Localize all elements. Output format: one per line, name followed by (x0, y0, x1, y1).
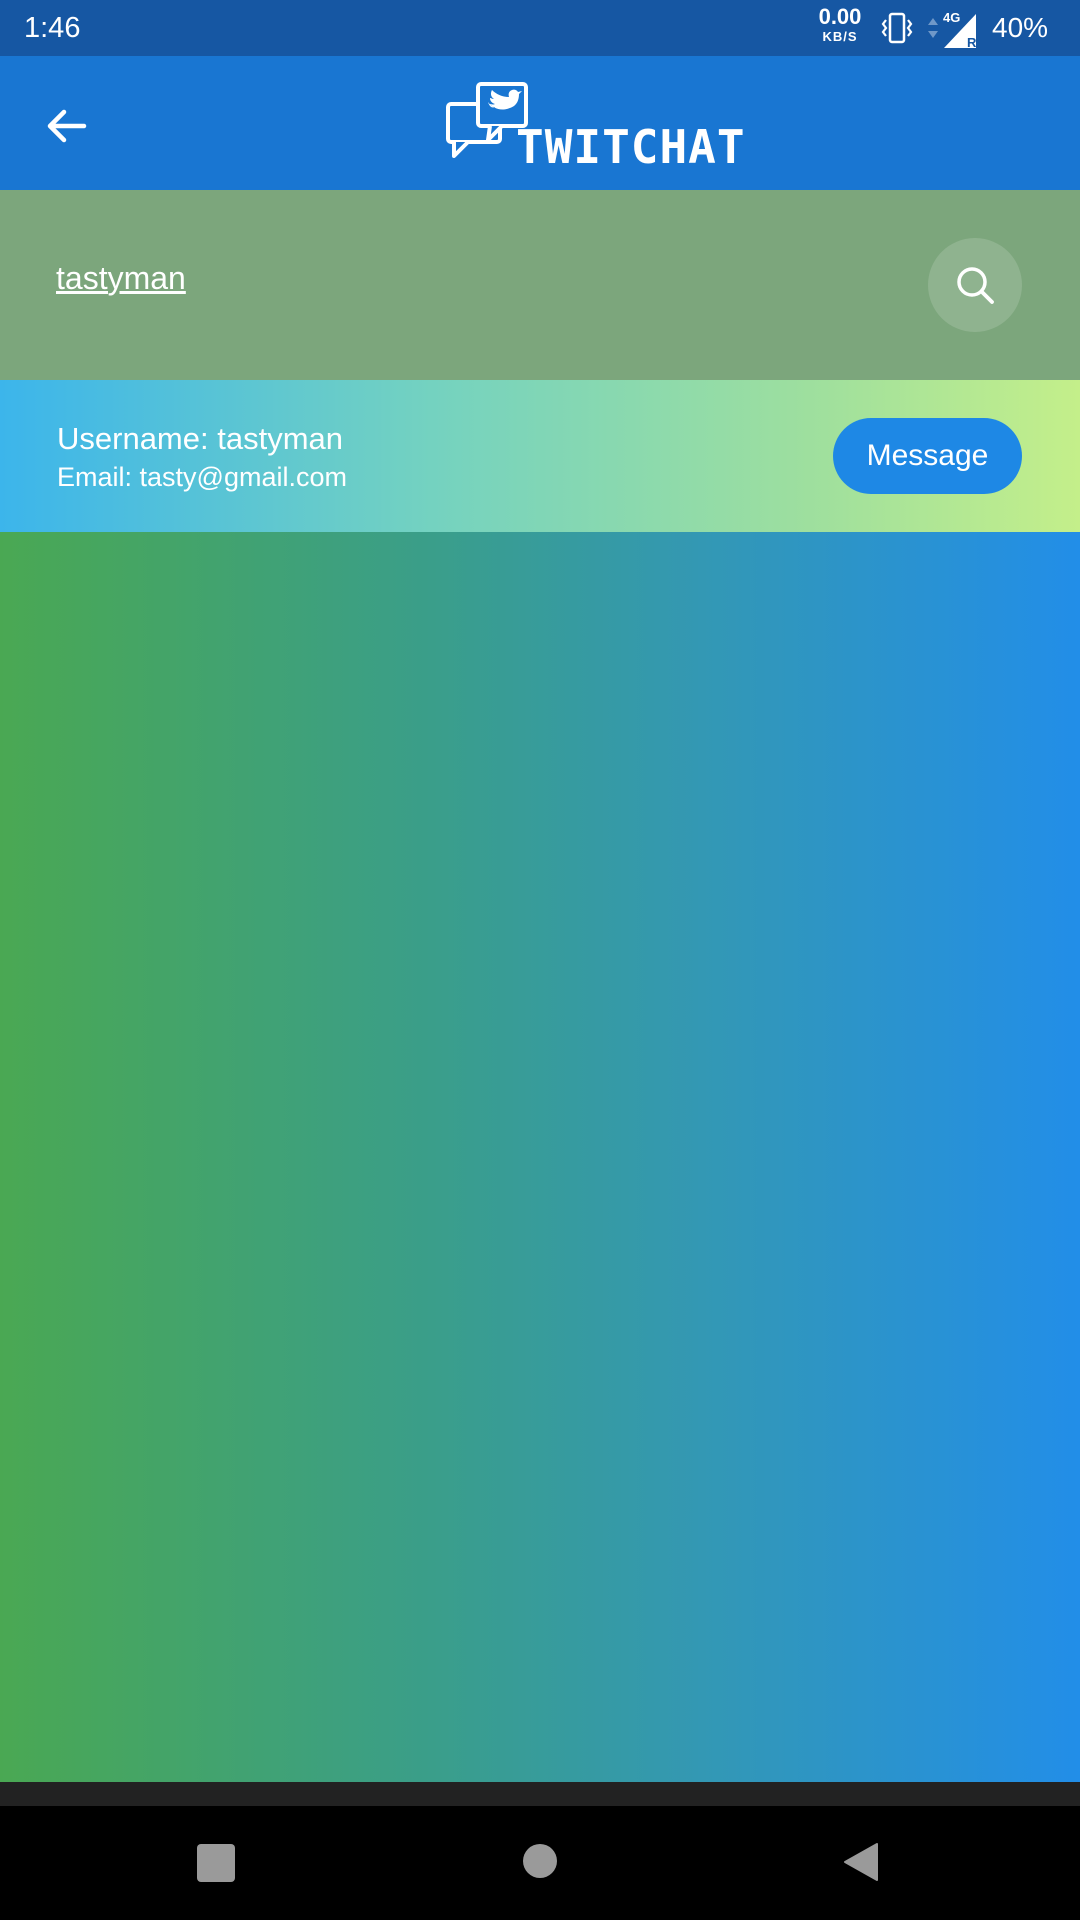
status-bar: 1:46 0.00 KB/S 4G R 40% (0, 0, 1080, 56)
screen: 1:46 0.00 KB/S 4G R 40% TWITCHAT tastyma… (0, 0, 1080, 1920)
back-button[interactable] (28, 88, 104, 164)
result-email: Email: tasty@gmail.com (57, 462, 347, 492)
search-icon (957, 267, 994, 304)
roaming-label: R (967, 35, 977, 48)
message-button[interactable]: Message (833, 418, 1022, 494)
signal-icon: 4G R (942, 8, 982, 53)
bottom-divider (0, 1782, 1080, 1806)
search-input[interactable] (56, 252, 856, 304)
app-logo-text: TWITCHAT (516, 120, 746, 174)
search-button[interactable] (928, 238, 1022, 332)
user-result-card: Username: tastyman Email: tasty@gmail.co… (0, 380, 1080, 532)
back-triangle-icon[interactable] (843, 1842, 879, 1882)
network-type-label: 4G (943, 10, 960, 25)
app-bar: TWITCHAT (0, 56, 1080, 190)
network-speed: 0.00 KB/S (812, 4, 868, 44)
results-area (0, 532, 1080, 1782)
network-speed-unit: KB/S (822, 29, 858, 44)
result-username: Username: tastyman (57, 421, 343, 456)
data-arrows-icon (926, 16, 940, 45)
vibrate-icon (880, 12, 914, 49)
battery-percentage: 40% (992, 12, 1049, 43)
network-speed-value: 0.00 (818, 4, 862, 29)
back-arrow-icon (47, 109, 87, 143)
recents-square-icon[interactable] (197, 1844, 235, 1882)
search-panel (0, 190, 1080, 380)
status-time: 1:46 (24, 12, 81, 44)
home-circle-icon[interactable] (523, 1844, 557, 1878)
app-logo: TWITCHAT (444, 80, 774, 176)
navigation-bar (0, 1806, 1080, 1920)
